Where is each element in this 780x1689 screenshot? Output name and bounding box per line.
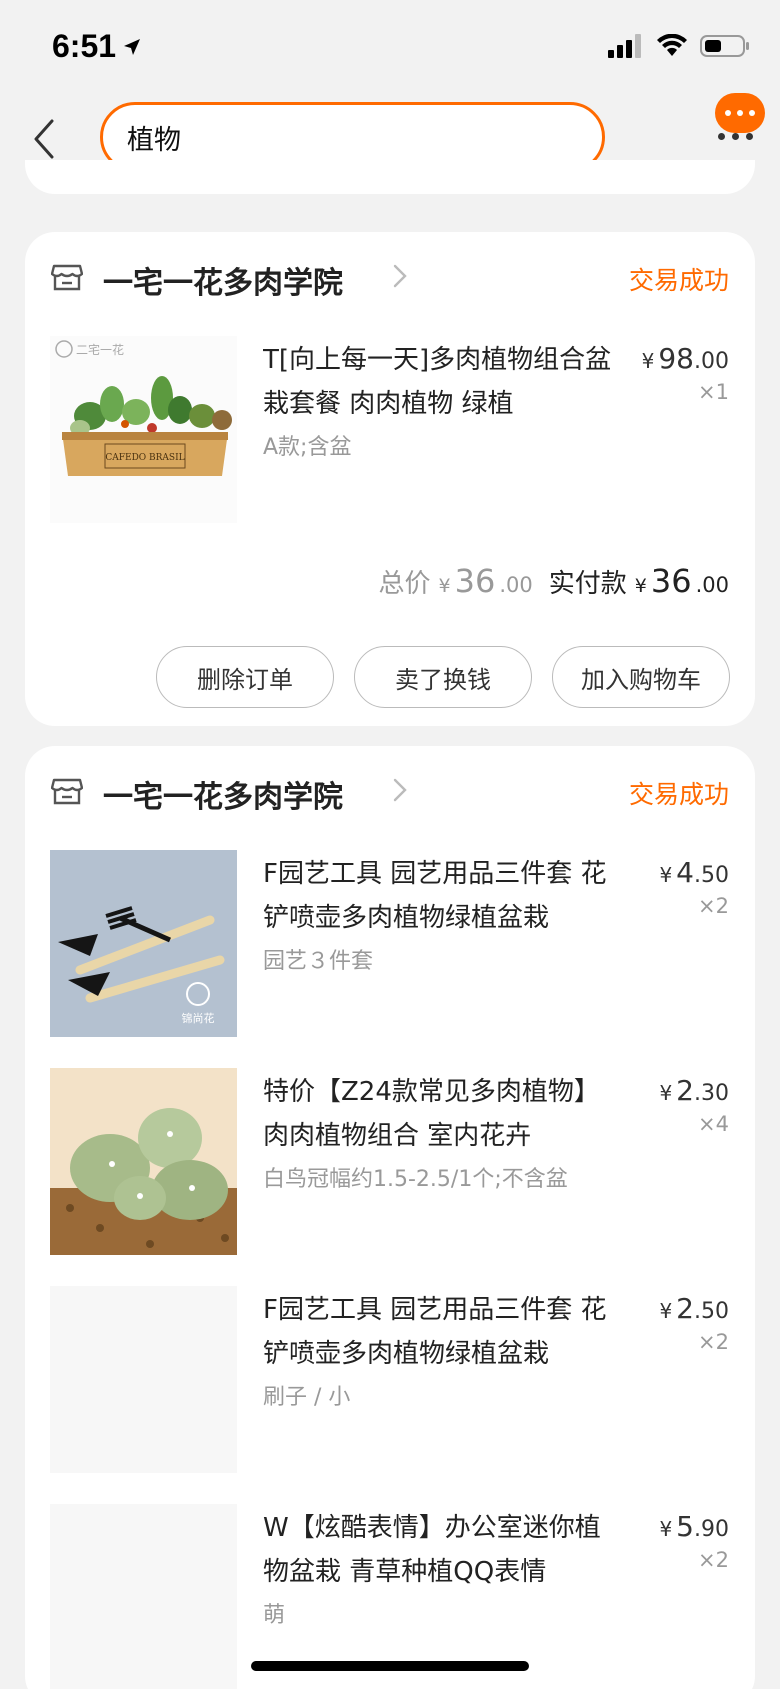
shop-name: 一宅一花多肉学院 [103, 266, 343, 301]
shop-name: 一宅一花多肉学院 [103, 780, 343, 815]
total-currency: ¥ [438, 575, 451, 597]
item-title: T[向上每一天]多肉植物组合盆栽套餐 肉肉植物 绿植 [263, 345, 612, 419]
message-bubble-icon [715, 93, 765, 133]
order-item[interactable]: F园艺工具 园艺用品三件套 花铲喷壶多肉植物绿植盆栽 刷子 / 小 ¥2.50 … [25, 1286, 755, 1476]
item-price: ¥2.50 [659, 1292, 729, 1325]
total-label: 总价 [378, 569, 431, 599]
store-icon [50, 262, 84, 296]
order-card[interactable]: 一宅一花多肉学院 交易成功 二宅一花 CAFEDO BRASIL T[向上每一天… [25, 232, 755, 726]
product-thumbnail [50, 1504, 237, 1689]
time-text: 6:51 [52, 28, 117, 64]
add-to-cart-button[interactable]: 加入购物车 [552, 646, 730, 708]
status-time: 6:51 [52, 28, 142, 65]
item-sku: 刷子 / 小 [263, 1385, 351, 1410]
order-card[interactable]: 一宅一花多肉学院 交易成功 锦尚花 F园艺工具 园艺用品三件套 花铲喷壶多肉植物… [25, 746, 755, 1689]
item-sku: 白鸟冠幅约1.5-2.5/1个;不含盆 [263, 1167, 568, 1192]
item-quantity: ×2 [698, 894, 729, 918]
order-status: 交易成功 [628, 266, 729, 295]
home-indicator[interactable] [251, 1661, 529, 1671]
item-quantity: ×4 [698, 1112, 729, 1136]
status-icons [608, 33, 750, 62]
order-status: 交易成功 [628, 780, 729, 809]
total-cents: .00 [499, 573, 533, 597]
order-actions: 删除订单 卖了换钱 加入购物车 [156, 646, 730, 708]
status-bar: 6:51 [0, 0, 780, 96]
search-value: 植物 [127, 124, 181, 156]
thumb-logo: 二宅一花 [76, 342, 124, 357]
product-thumbnail: 锦尚花 [50, 850, 237, 1037]
resell-button[interactable]: 卖了换钱 [354, 646, 532, 708]
order-totals: 总价 ¥ 36.00 实付款 ¥ 36.00 [379, 562, 729, 600]
total-amount: 36 [454, 562, 496, 600]
svg-text:CAFEDO BRASIL: CAFEDO BRASIL [105, 453, 184, 463]
item-sku: 萌 [263, 1603, 286, 1628]
item-price: ¥5.90 [659, 1510, 729, 1543]
paid-label: 实付款 [548, 569, 627, 599]
item-price: ¥2.30 [659, 1074, 729, 1107]
item-sku: A款;含盆 [263, 435, 352, 460]
battery-icon [700, 34, 750, 62]
signal-icon [608, 34, 644, 62]
paid-currency: ¥ [634, 575, 647, 597]
order-item[interactable]: 二宅一花 CAFEDO BRASIL T[向上每一天]多肉植物组合盆栽套餐 肉肉… [25, 336, 755, 526]
store-icon [50, 776, 84, 810]
chevron-right-icon [393, 264, 407, 292]
item-quantity: ×1 [698, 380, 729, 404]
item-title: 特价【Z24款常见多肉植物】肉肉植物组合 室内花卉 [263, 1077, 600, 1151]
item-price: ¥98.00 [641, 342, 729, 375]
item-quantity: ×2 [698, 1548, 729, 1572]
item-price: ¥4.50 [659, 856, 729, 889]
product-thumbnail: 二宅一花 CAFEDO BRASIL [50, 336, 237, 523]
order-item[interactable]: 特价【Z24款常见多肉植物】肉肉植物组合 室内花卉 白鸟冠幅约1.5-2.5/1… [25, 1068, 755, 1258]
previous-order-card [25, 160, 755, 194]
chevron-left-icon [34, 119, 54, 159]
wifi-icon [656, 33, 688, 62]
item-sku: 园艺３件套 [263, 949, 374, 974]
product-thumbnail [50, 1286, 237, 1473]
item-title: W【炫酷表情】办公室迷你植物盆栽 青草种植QQ表情 [263, 1513, 601, 1587]
more-dots-icon [718, 133, 753, 140]
chevron-right-icon [393, 778, 407, 806]
location-arrow-icon [122, 37, 142, 57]
shop-row[interactable]: 一宅一花多肉学院 交易成功 [25, 232, 755, 322]
paid-amount: 36 [650, 562, 692, 600]
paid-cents: .00 [695, 573, 729, 597]
thumb-logo: 锦尚花 [182, 1011, 215, 1025]
more-button[interactable] [710, 93, 770, 156]
shop-row[interactable]: 一宅一花多肉学院 交易成功 [25, 746, 755, 836]
item-quantity: ×2 [698, 1330, 729, 1354]
back-button[interactable] [24, 114, 64, 164]
product-thumbnail [50, 1068, 237, 1255]
item-title: F园艺工具 园艺用品三件套 花铲喷壶多肉植物绿植盆栽 [263, 859, 607, 933]
order-item[interactable]: 锦尚花 F园艺工具 园艺用品三件套 花铲喷壶多肉植物绿植盆栽 园艺３件套 ¥4.… [25, 850, 755, 1040]
delete-order-button[interactable]: 删除订单 [156, 646, 334, 708]
item-title: F园艺工具 园艺用品三件套 花铲喷壶多肉植物绿植盆栽 [263, 1295, 607, 1369]
